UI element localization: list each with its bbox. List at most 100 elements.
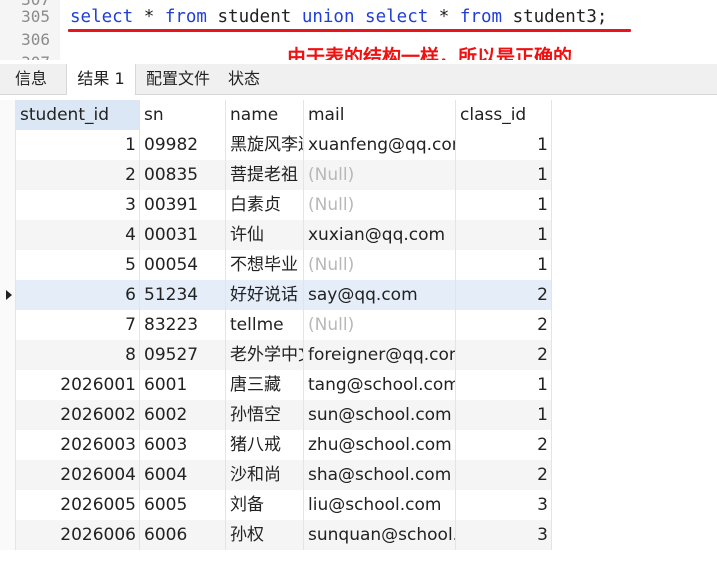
- cell-student-id[interactable]: 2026001: [16, 370, 140, 400]
- table-row[interactable]: 3 00391 白素贞 (Null) 1: [0, 190, 552, 220]
- cell-class-id[interactable]: 2: [456, 280, 552, 310]
- cell-class-id[interactable]: 1: [456, 190, 552, 220]
- cell-student-id[interactable]: 2026002: [16, 400, 140, 430]
- row-marker[interactable]: [0, 160, 16, 190]
- cell-mail[interactable]: say@qq.com: [304, 280, 456, 310]
- cell-student-id[interactable]: 2: [16, 160, 140, 190]
- cell-student-id[interactable]: 6: [16, 280, 140, 310]
- cell-mail[interactable]: sha@school.com: [304, 460, 456, 490]
- tab-result-1[interactable]: 结果 1: [66, 64, 136, 95]
- table-row[interactable]: 2026003 6003 猪八戒 zhu@school.com 2: [0, 430, 552, 460]
- cell-mail[interactable]: (Null): [304, 250, 456, 280]
- row-marker[interactable]: [0, 370, 16, 400]
- cell-name[interactable]: 老外学中文: [226, 340, 304, 370]
- cell-class-id[interactable]: 2: [456, 460, 552, 490]
- cell-class-id[interactable]: 2: [456, 430, 552, 460]
- row-marker[interactable]: [0, 250, 16, 280]
- cell-student-id[interactable]: 2026004: [16, 460, 140, 490]
- table-row[interactable]: 2026004 6004 沙和尚 sha@school.com 2: [0, 460, 552, 490]
- cell-name[interactable]: 黑旋风李逵: [226, 130, 304, 160]
- cell-name[interactable]: 孙权: [226, 520, 304, 550]
- cell-class-id[interactable]: 1: [456, 130, 552, 160]
- cell-student-id[interactable]: 1: [16, 130, 140, 160]
- cell-student-id[interactable]: 8: [16, 340, 140, 370]
- cell-name[interactable]: 好好说话: [226, 280, 304, 310]
- cell-sn[interactable]: 6004: [140, 460, 226, 490]
- cell-sn[interactable]: 51234: [140, 280, 226, 310]
- row-marker[interactable]: [0, 430, 16, 460]
- cell-name[interactable]: 菩提老祖: [226, 160, 304, 190]
- cell-sn[interactable]: 83223: [140, 310, 226, 340]
- tab-status[interactable]: 状态: [220, 64, 268, 94]
- cell-mail[interactable]: (Null): [304, 190, 456, 220]
- cell-class-id[interactable]: 2: [456, 310, 552, 340]
- cell-class-id[interactable]: 2: [456, 340, 552, 370]
- cell-name[interactable]: tellme: [226, 310, 304, 340]
- row-marker[interactable]: [0, 220, 16, 250]
- cell-sn[interactable]: 00835: [140, 160, 226, 190]
- cell-mail[interactable]: tang@school.com: [304, 370, 456, 400]
- cell-name[interactable]: 不想毕业: [226, 250, 304, 280]
- cell-name[interactable]: 沙和尚: [226, 460, 304, 490]
- table-row[interactable]: 6 51234 好好说话 say@qq.com 2: [0, 280, 552, 310]
- cell-mail[interactable]: sun@school.com: [304, 400, 456, 430]
- tab-info[interactable]: 信息: [0, 64, 62, 94]
- cell-sn[interactable]: 6001: [140, 370, 226, 400]
- cell-name[interactable]: 许仙: [226, 220, 304, 250]
- column-header-mail[interactable]: mail: [304, 100, 456, 130]
- cell-class-id[interactable]: 1: [456, 370, 552, 400]
- cell-mail[interactable]: sunquan@school.com: [304, 520, 456, 550]
- cell-student-id[interactable]: 3: [16, 190, 140, 220]
- table-row[interactable]: 2026001 6001 唐三藏 tang@school.com 1: [0, 370, 552, 400]
- cell-class-id[interactable]: 1: [456, 160, 552, 190]
- cell-sn[interactable]: 6006: [140, 520, 226, 550]
- cell-mail[interactable]: xuxian@qq.com: [304, 220, 456, 250]
- column-header-class-id[interactable]: class_id: [456, 100, 552, 130]
- cell-sn[interactable]: 6002: [140, 400, 226, 430]
- cell-class-id[interactable]: 3: [456, 520, 552, 550]
- cell-student-id[interactable]: 2026003: [16, 430, 140, 460]
- table-row[interactable]: 2 00835 菩提老祖 (Null) 1: [0, 160, 552, 190]
- row-marker[interactable]: [0, 460, 16, 490]
- cell-mail[interactable]: (Null): [304, 160, 456, 190]
- cell-name[interactable]: 白素贞: [226, 190, 304, 220]
- cell-student-id[interactable]: 2026005: [16, 490, 140, 520]
- row-marker[interactable]: [0, 130, 16, 160]
- row-marker[interactable]: [0, 490, 16, 520]
- row-marker[interactable]: [0, 310, 16, 340]
- row-marker[interactable]: [0, 190, 16, 220]
- cell-sn[interactable]: 09982: [140, 130, 226, 160]
- cell-class-id[interactable]: 1: [456, 220, 552, 250]
- cell-student-id[interactable]: 5: [16, 250, 140, 280]
- table-row[interactable]: 2026005 6005 刘备 liu@school.com 3: [0, 490, 552, 520]
- column-header-student-id[interactable]: student_id: [16, 100, 140, 130]
- table-row[interactable]: 7 83223 tellme (Null) 2: [0, 310, 552, 340]
- table-row[interactable]: 5 00054 不想毕业 (Null) 1: [0, 250, 552, 280]
- cell-class-id[interactable]: 3: [456, 490, 552, 520]
- cell-name[interactable]: 刘备: [226, 490, 304, 520]
- cell-sn[interactable]: 09527: [140, 340, 226, 370]
- cell-class-id[interactable]: 1: [456, 250, 552, 280]
- cell-student-id[interactable]: 4: [16, 220, 140, 250]
- cell-sn[interactable]: 6005: [140, 490, 226, 520]
- row-marker[interactable]: [0, 340, 16, 370]
- table-row[interactable]: 2026002 6002 孙悟空 sun@school.com 1: [0, 400, 552, 430]
- column-header-name[interactable]: name: [226, 100, 304, 130]
- row-marker[interactable]: [0, 520, 16, 550]
- sql-code-line[interactable]: select * from student union select * fro…: [70, 7, 607, 27]
- cell-name[interactable]: 猪八戒: [226, 430, 304, 460]
- sql-editor[interactable]: 307 305 306 307 select * from student un…: [0, 0, 717, 60]
- cell-mail[interactable]: zhu@school.com: [304, 430, 456, 460]
- cell-sn[interactable]: 00391: [140, 190, 226, 220]
- cell-mail[interactable]: xuanfeng@qq.com: [304, 130, 456, 160]
- cell-name[interactable]: 孙悟空: [226, 400, 304, 430]
- column-header-sn[interactable]: sn: [140, 100, 226, 130]
- row-marker[interactable]: [0, 400, 16, 430]
- cell-sn[interactable]: 6003: [140, 430, 226, 460]
- cell-student-id[interactable]: 7: [16, 310, 140, 340]
- cell-mail[interactable]: liu@school.com: [304, 490, 456, 520]
- cell-class-id[interactable]: 1: [456, 400, 552, 430]
- cell-student-id[interactable]: 2026006: [16, 520, 140, 550]
- cell-sn[interactable]: 00031: [140, 220, 226, 250]
- tab-profile[interactable]: 配置文件: [138, 64, 218, 94]
